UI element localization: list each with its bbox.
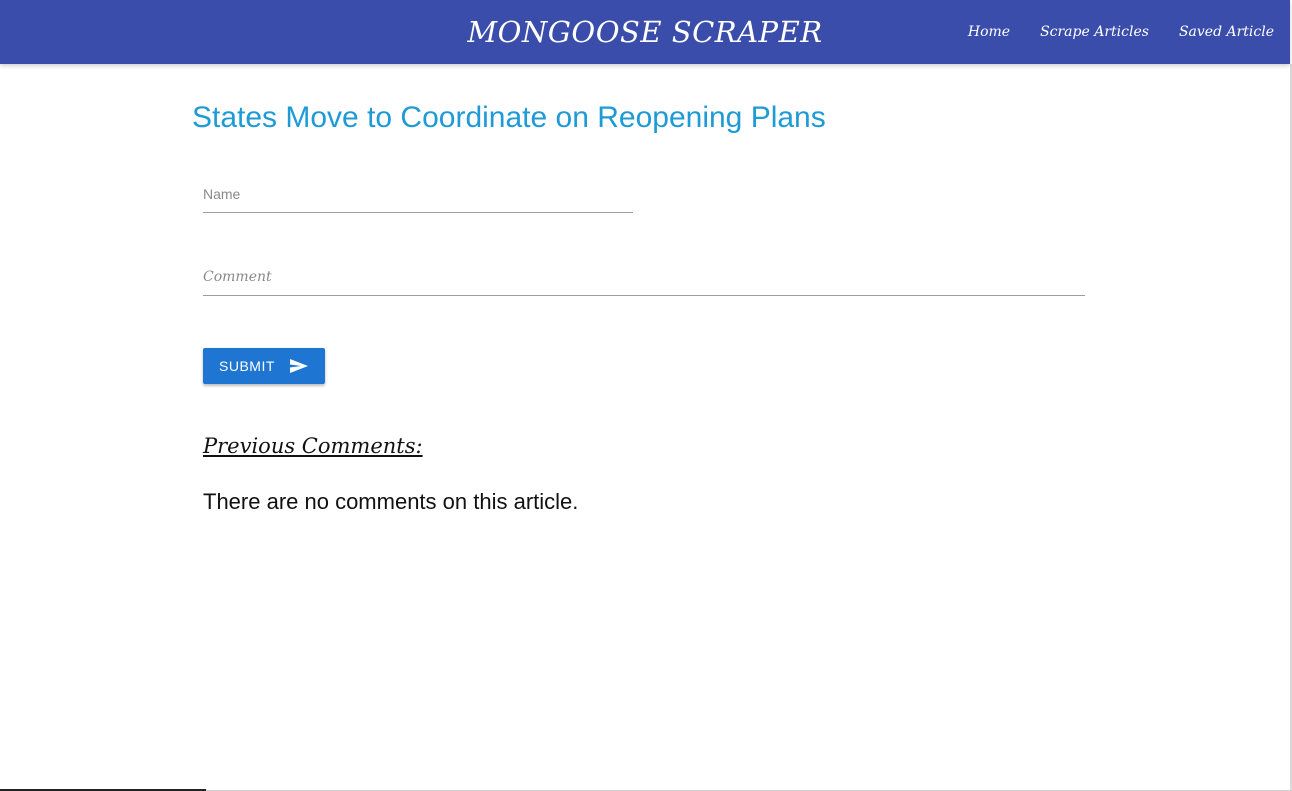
comment-input[interactable] bbox=[203, 269, 1085, 296]
send-icon bbox=[290, 359, 308, 373]
name-input[interactable] bbox=[203, 186, 633, 213]
nav-link-home[interactable]: Home bbox=[968, 24, 1010, 40]
submit-button[interactable]: SUBMIT bbox=[203, 348, 325, 384]
comment-field-wrapper bbox=[203, 269, 1085, 296]
page: MONGOOSE SCRAPER Home Scrape Articles Sa… bbox=[0, 0, 1292, 791]
nav-link-scrape-articles[interactable]: Scrape Articles bbox=[1040, 24, 1149, 40]
nav-link-saved-article[interactable]: Saved Article bbox=[1179, 24, 1274, 40]
article-title: States Move to Coordinate on Reopening P… bbox=[192, 101, 826, 134]
nav-links: Home Scrape Articles Saved Article bbox=[968, 0, 1274, 64]
name-field-wrapper bbox=[203, 186, 633, 213]
submit-button-label: SUBMIT bbox=[219, 358, 275, 374]
previous-comments-heading: Previous Comments: bbox=[203, 434, 423, 458]
navbar: MONGOOSE SCRAPER Home Scrape Articles Sa… bbox=[0, 0, 1290, 64]
no-comments-message: There are no comments on this article. bbox=[203, 489, 579, 514]
